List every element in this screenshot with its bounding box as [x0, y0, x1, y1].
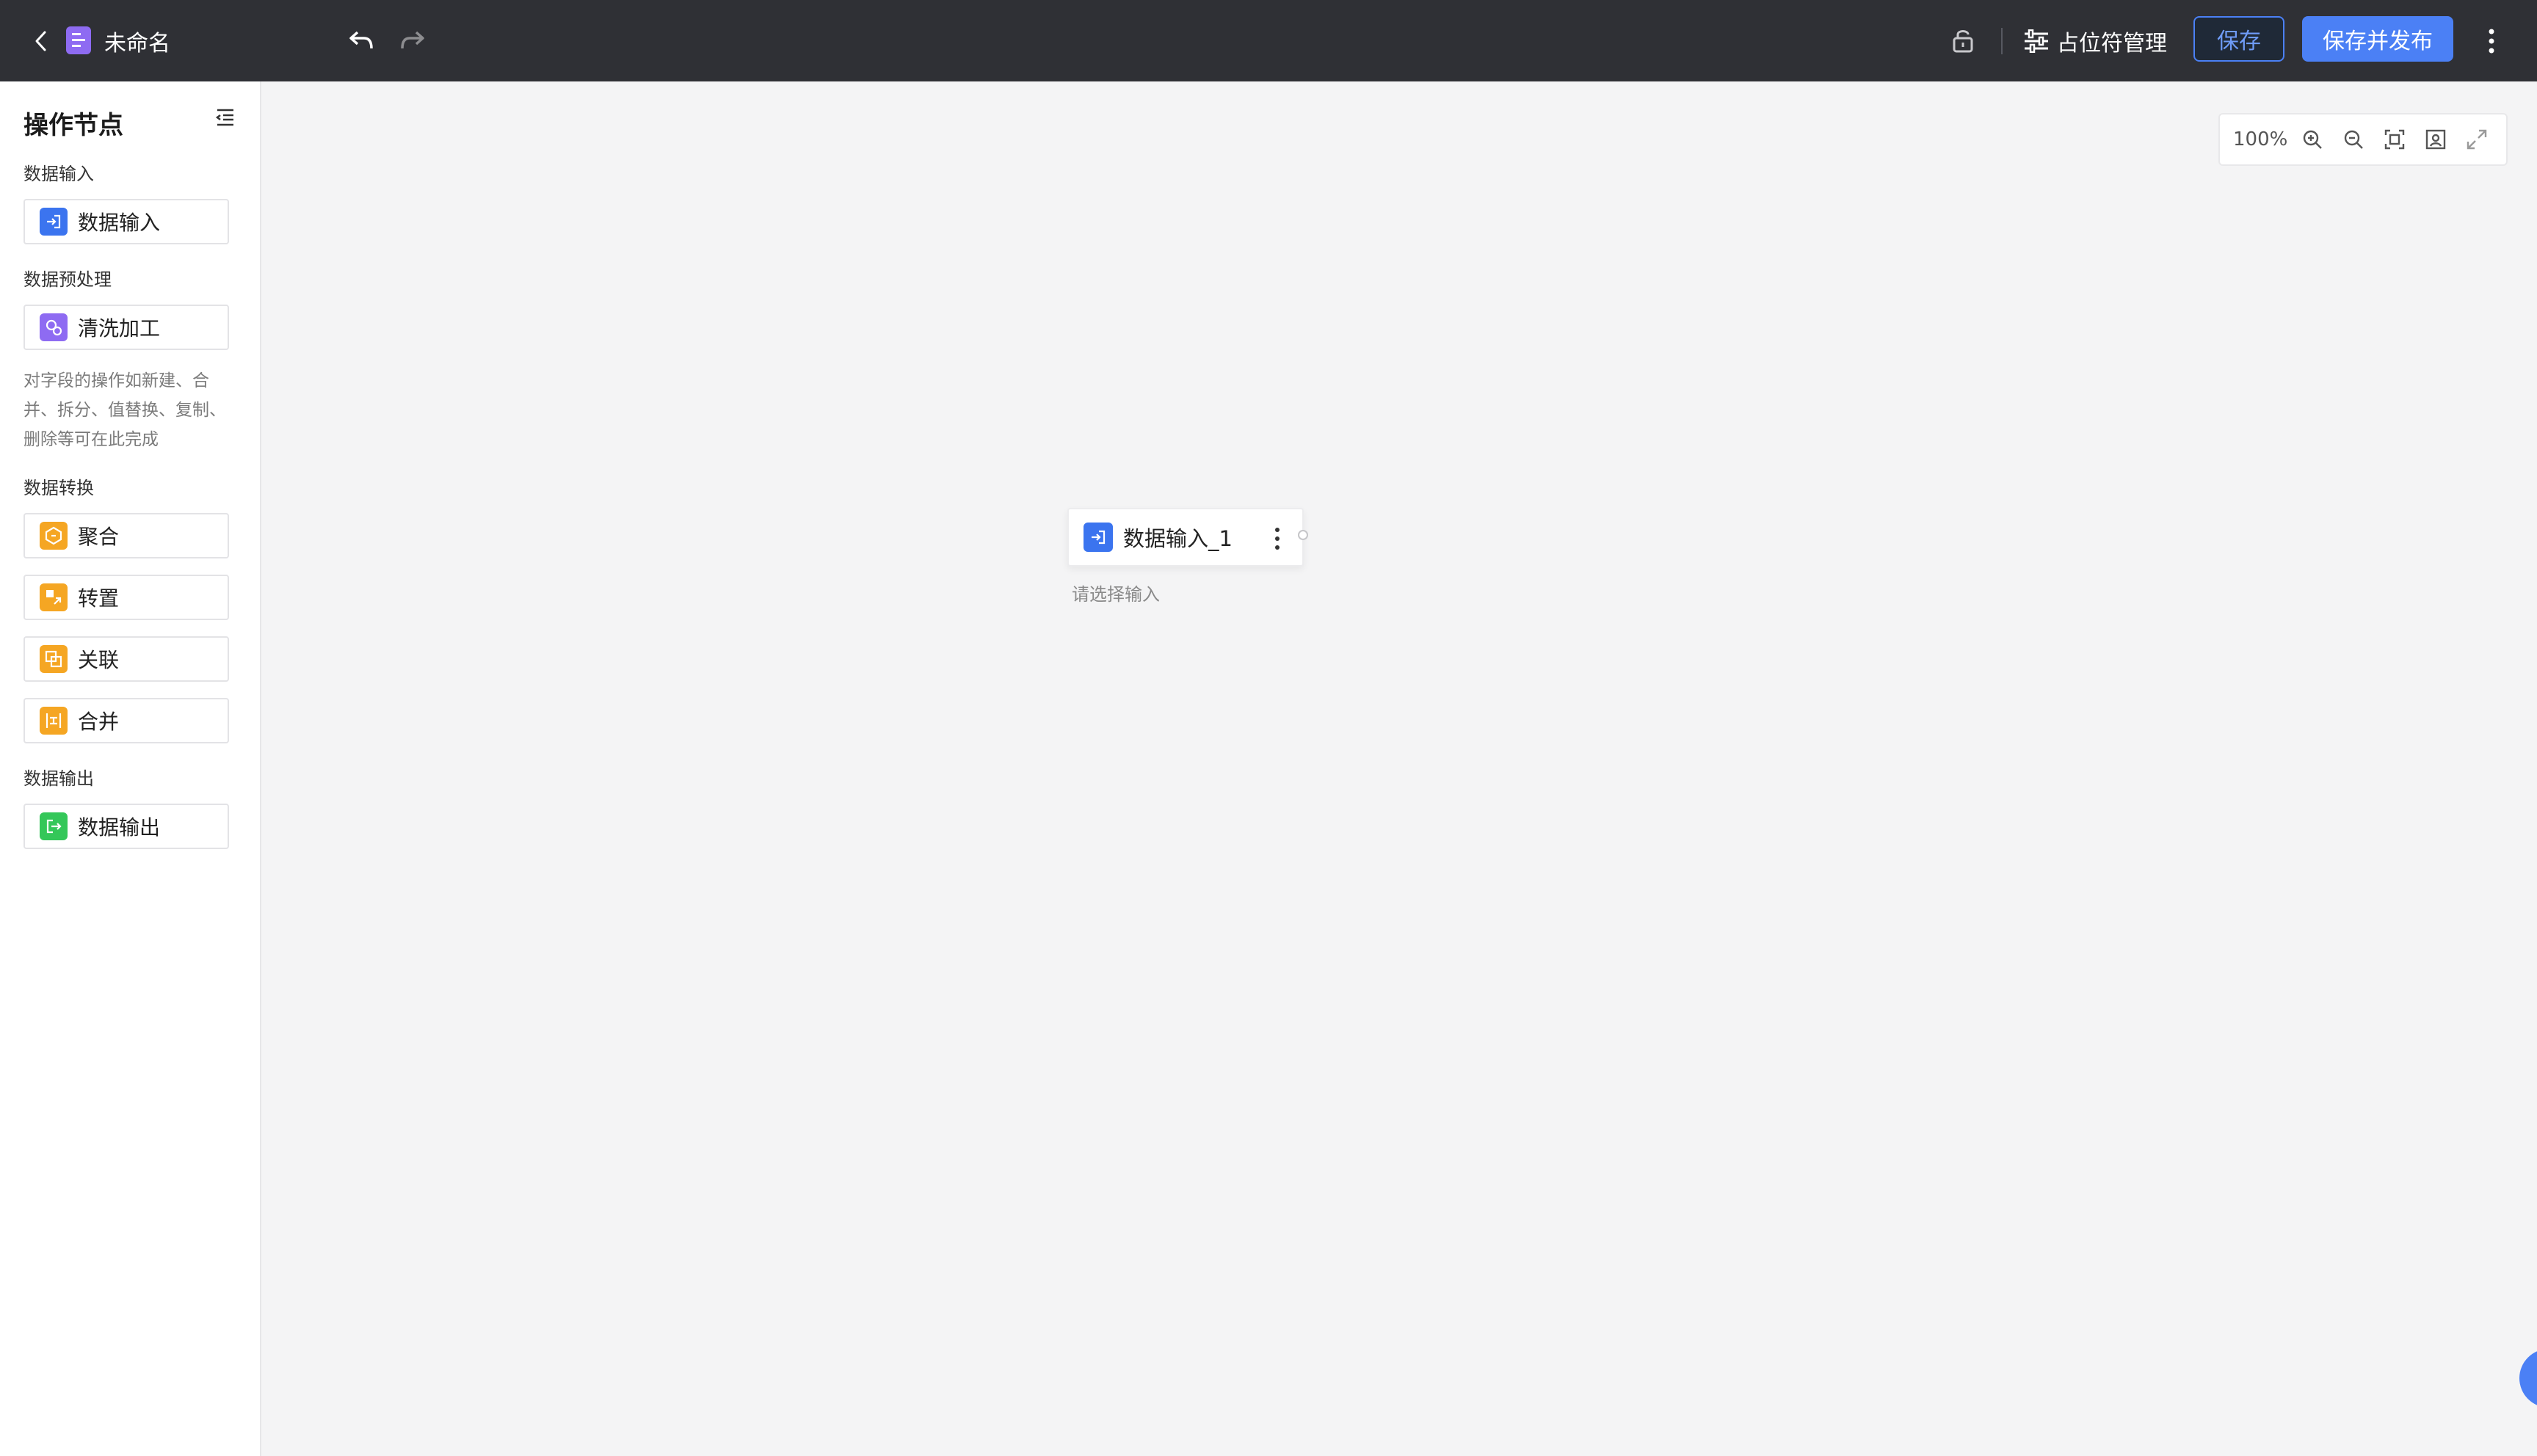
node-label: 数据输入	[78, 211, 161, 235]
lock-icon[interactable]	[1947, 22, 1979, 59]
flow-canvas[interactable]	[261, 81, 2537, 1456]
node-label: 聚合	[78, 525, 120, 549]
flow-node-label: 数据输入_1	[1123, 526, 1233, 551]
section-transform: 数据转换	[23, 478, 94, 498]
document-title[interactable]: 未命名	[104, 21, 170, 61]
flow-node-hint: 请选择输入	[1072, 584, 1160, 605]
node-transpose[interactable]: 转置	[23, 575, 229, 620]
node-label: 数据输出	[78, 815, 161, 840]
top-bar: 未命名 占位符管理 保存 保存并发布	[0, 0, 2537, 81]
collapse-panel-icon[interactable]	[214, 106, 241, 133]
flow-node-data-input[interactable]: 数据输入_1	[1067, 508, 1304, 567]
output-icon	[40, 812, 68, 840]
sliders-icon	[2025, 29, 2048, 53]
zoom-level: 100%	[2233, 128, 2288, 150]
operation-node-panel: 操作节点 数据输入 数据输入 数据预处理 清洗加工 对字段的操作如新建、合并、拆…	[0, 81, 261, 1456]
toolbar-divider	[2001, 28, 2003, 54]
zoom-out-icon[interactable]	[2340, 126, 2367, 153]
node-label: 合并	[78, 710, 120, 734]
zoom-toolbar: 100%	[2218, 113, 2508, 166]
node-label: 转置	[78, 586, 120, 611]
node-join[interactable]: 关联	[23, 636, 229, 682]
back-icon[interactable]	[26, 21, 56, 61]
section-preprocess: 数据预处理	[23, 269, 112, 290]
node-menu-icon[interactable]	[1264, 523, 1291, 555]
transpose-icon	[40, 583, 68, 611]
output-port[interactable]	[1298, 530, 1308, 540]
zoom-in-icon[interactable]	[2299, 126, 2326, 153]
save-publish-button[interactable]: 保存并发布	[2302, 16, 2453, 62]
document-icon	[66, 26, 91, 54]
undo-icon[interactable]	[342, 22, 380, 59]
node-data-output[interactable]: 数据输出	[23, 804, 229, 849]
panel-title: 操作节点	[23, 111, 123, 140]
more-vertical-icon[interactable]	[2477, 21, 2506, 61]
node-merge[interactable]: 合并	[23, 698, 229, 743]
node-data-input[interactable]: 数据输入	[23, 199, 229, 244]
section-data-output: 数据输出	[23, 768, 94, 789]
section-data-input: 数据输入	[23, 164, 94, 184]
fullscreen-icon[interactable]	[2464, 126, 2490, 153]
locate-icon[interactable]	[2422, 126, 2449, 153]
clean-description: 对字段的操作如新建、合并、拆分、值替换、复制、删除等可在此完成	[23, 371, 226, 449]
input-icon	[40, 208, 68, 236]
merge-icon	[40, 707, 68, 735]
redo-icon[interactable]	[393, 22, 432, 59]
clean-icon	[40, 313, 68, 341]
placeholder-manage-button[interactable]: 占位符管理	[2023, 21, 2167, 61]
node-label: 关联	[78, 648, 120, 672]
node-aggregate[interactable]: 聚合	[23, 513, 229, 558]
aggregate-icon	[40, 522, 68, 550]
fit-view-icon[interactable]	[2381, 126, 2408, 153]
input-icon	[1084, 523, 1113, 552]
node-label: 清洗加工	[78, 316, 161, 341]
save-button[interactable]: 保存	[2193, 16, 2284, 62]
placeholder-manage-label: 占位符管理	[2057, 30, 2167, 57]
join-icon	[40, 645, 68, 673]
node-clean[interactable]: 清洗加工	[23, 305, 229, 350]
